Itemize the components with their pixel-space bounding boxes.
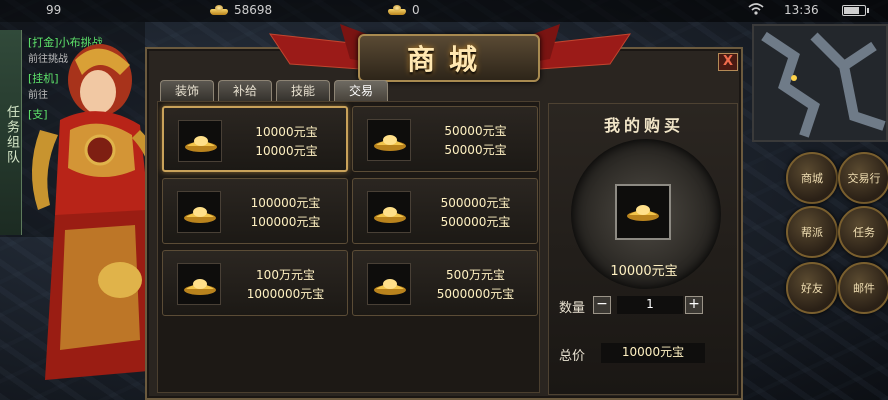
gold-ingot-icon bbox=[184, 207, 216, 223]
side-trade-button[interactable]: 交易行 bbox=[838, 152, 888, 204]
tab-decoration[interactable]: 装饰 bbox=[160, 80, 214, 102]
purchase-panel: 我的购买 10000元宝 数量 − 1 + 总价 10000元宝 bbox=[548, 103, 738, 395]
item-slot bbox=[178, 120, 222, 162]
item-price: 50000元宝 bbox=[444, 143, 507, 157]
time-value: 13:36 bbox=[784, 3, 819, 17]
item-slot bbox=[367, 263, 411, 305]
shop-item-card[interactable]: 50000元宝 50000元宝 bbox=[352, 106, 538, 172]
shop-item-card[interactable]: 10000元宝 10000元宝 bbox=[162, 106, 348, 172]
selected-item-name: 10000元宝 bbox=[610, 264, 678, 279]
side-mail-button[interactable]: 邮件 bbox=[838, 262, 888, 314]
close-button[interactable]: X bbox=[718, 53, 738, 71]
item-slot bbox=[367, 119, 411, 161]
purchase-title: 我的购买 bbox=[603, 116, 684, 135]
total-price-value: 10000元宝 bbox=[601, 343, 705, 363]
side-task-button[interactable]: 任务 bbox=[838, 206, 888, 258]
shop-item-card[interactable]: 100万元宝 1000000元宝 bbox=[162, 250, 348, 316]
currency1-display: 99 bbox=[46, 3, 61, 17]
quantity-label: 数量 bbox=[559, 301, 586, 316]
item-price: 100000元宝 bbox=[250, 215, 321, 229]
total-price-label: 总价 bbox=[559, 349, 586, 364]
battery-icon bbox=[842, 5, 869, 16]
item-price: 10000元宝 bbox=[255, 144, 318, 158]
shop-item-card[interactable]: 500万元宝 5000000元宝 bbox=[352, 250, 538, 316]
wifi-icon bbox=[748, 3, 764, 15]
gold-ingot-icon bbox=[374, 135, 406, 151]
side-guild-button[interactable]: 帮派 bbox=[786, 206, 838, 258]
side-friends-button[interactable]: 好友 bbox=[786, 262, 838, 314]
gold-ingot-icon bbox=[210, 5, 228, 15]
shop-item-card[interactable]: 100000元宝 100000元宝 bbox=[162, 178, 348, 244]
shop-item-card[interactable]: 500000元宝 500000元宝 bbox=[352, 178, 538, 244]
minimap[interactable] bbox=[752, 24, 888, 142]
tab-skill[interactable]: 技能 bbox=[276, 80, 330, 102]
item-name: 500万元宝 bbox=[446, 268, 505, 282]
quantity-decrease-button[interactable]: − bbox=[593, 296, 611, 314]
gold-ingot-icon bbox=[627, 205, 659, 221]
item-slot bbox=[177, 191, 221, 233]
item-name: 100万元宝 bbox=[256, 268, 315, 282]
side-shop-button[interactable]: 商城 bbox=[786, 152, 838, 204]
clock: 13:36 bbox=[784, 3, 819, 17]
tab-trade[interactable]: 交易 bbox=[334, 80, 388, 102]
currency1-value: 99 bbox=[46, 3, 62, 17]
item-price: 500000元宝 bbox=[440, 215, 511, 229]
gold-ingot-icon bbox=[374, 279, 406, 295]
item-slot bbox=[177, 263, 221, 305]
quest-tab[interactable]: 任务组队 bbox=[0, 30, 22, 235]
quantity-increase-button[interactable]: + bbox=[685, 296, 703, 314]
gold-ingot-icon bbox=[185, 136, 217, 152]
selected-item-slot bbox=[615, 184, 671, 240]
tab-supply[interactable]: 补给 bbox=[218, 80, 272, 102]
quantity-field[interactable]: 1 bbox=[617, 296, 683, 314]
gold-ingot-icon bbox=[374, 207, 406, 223]
item-price: 5000000元宝 bbox=[436, 287, 515, 301]
shop-title: 商城 bbox=[358, 34, 540, 82]
item-name: 50000元宝 bbox=[444, 124, 507, 138]
item-name: 10000元宝 bbox=[255, 125, 318, 139]
item-name: 500000元宝 bbox=[440, 196, 511, 210]
item-price: 1000000元宝 bbox=[246, 287, 325, 301]
gold-ingot-icon bbox=[184, 279, 216, 295]
item-name: 100000元宝 bbox=[250, 196, 321, 210]
item-slot bbox=[367, 191, 411, 233]
